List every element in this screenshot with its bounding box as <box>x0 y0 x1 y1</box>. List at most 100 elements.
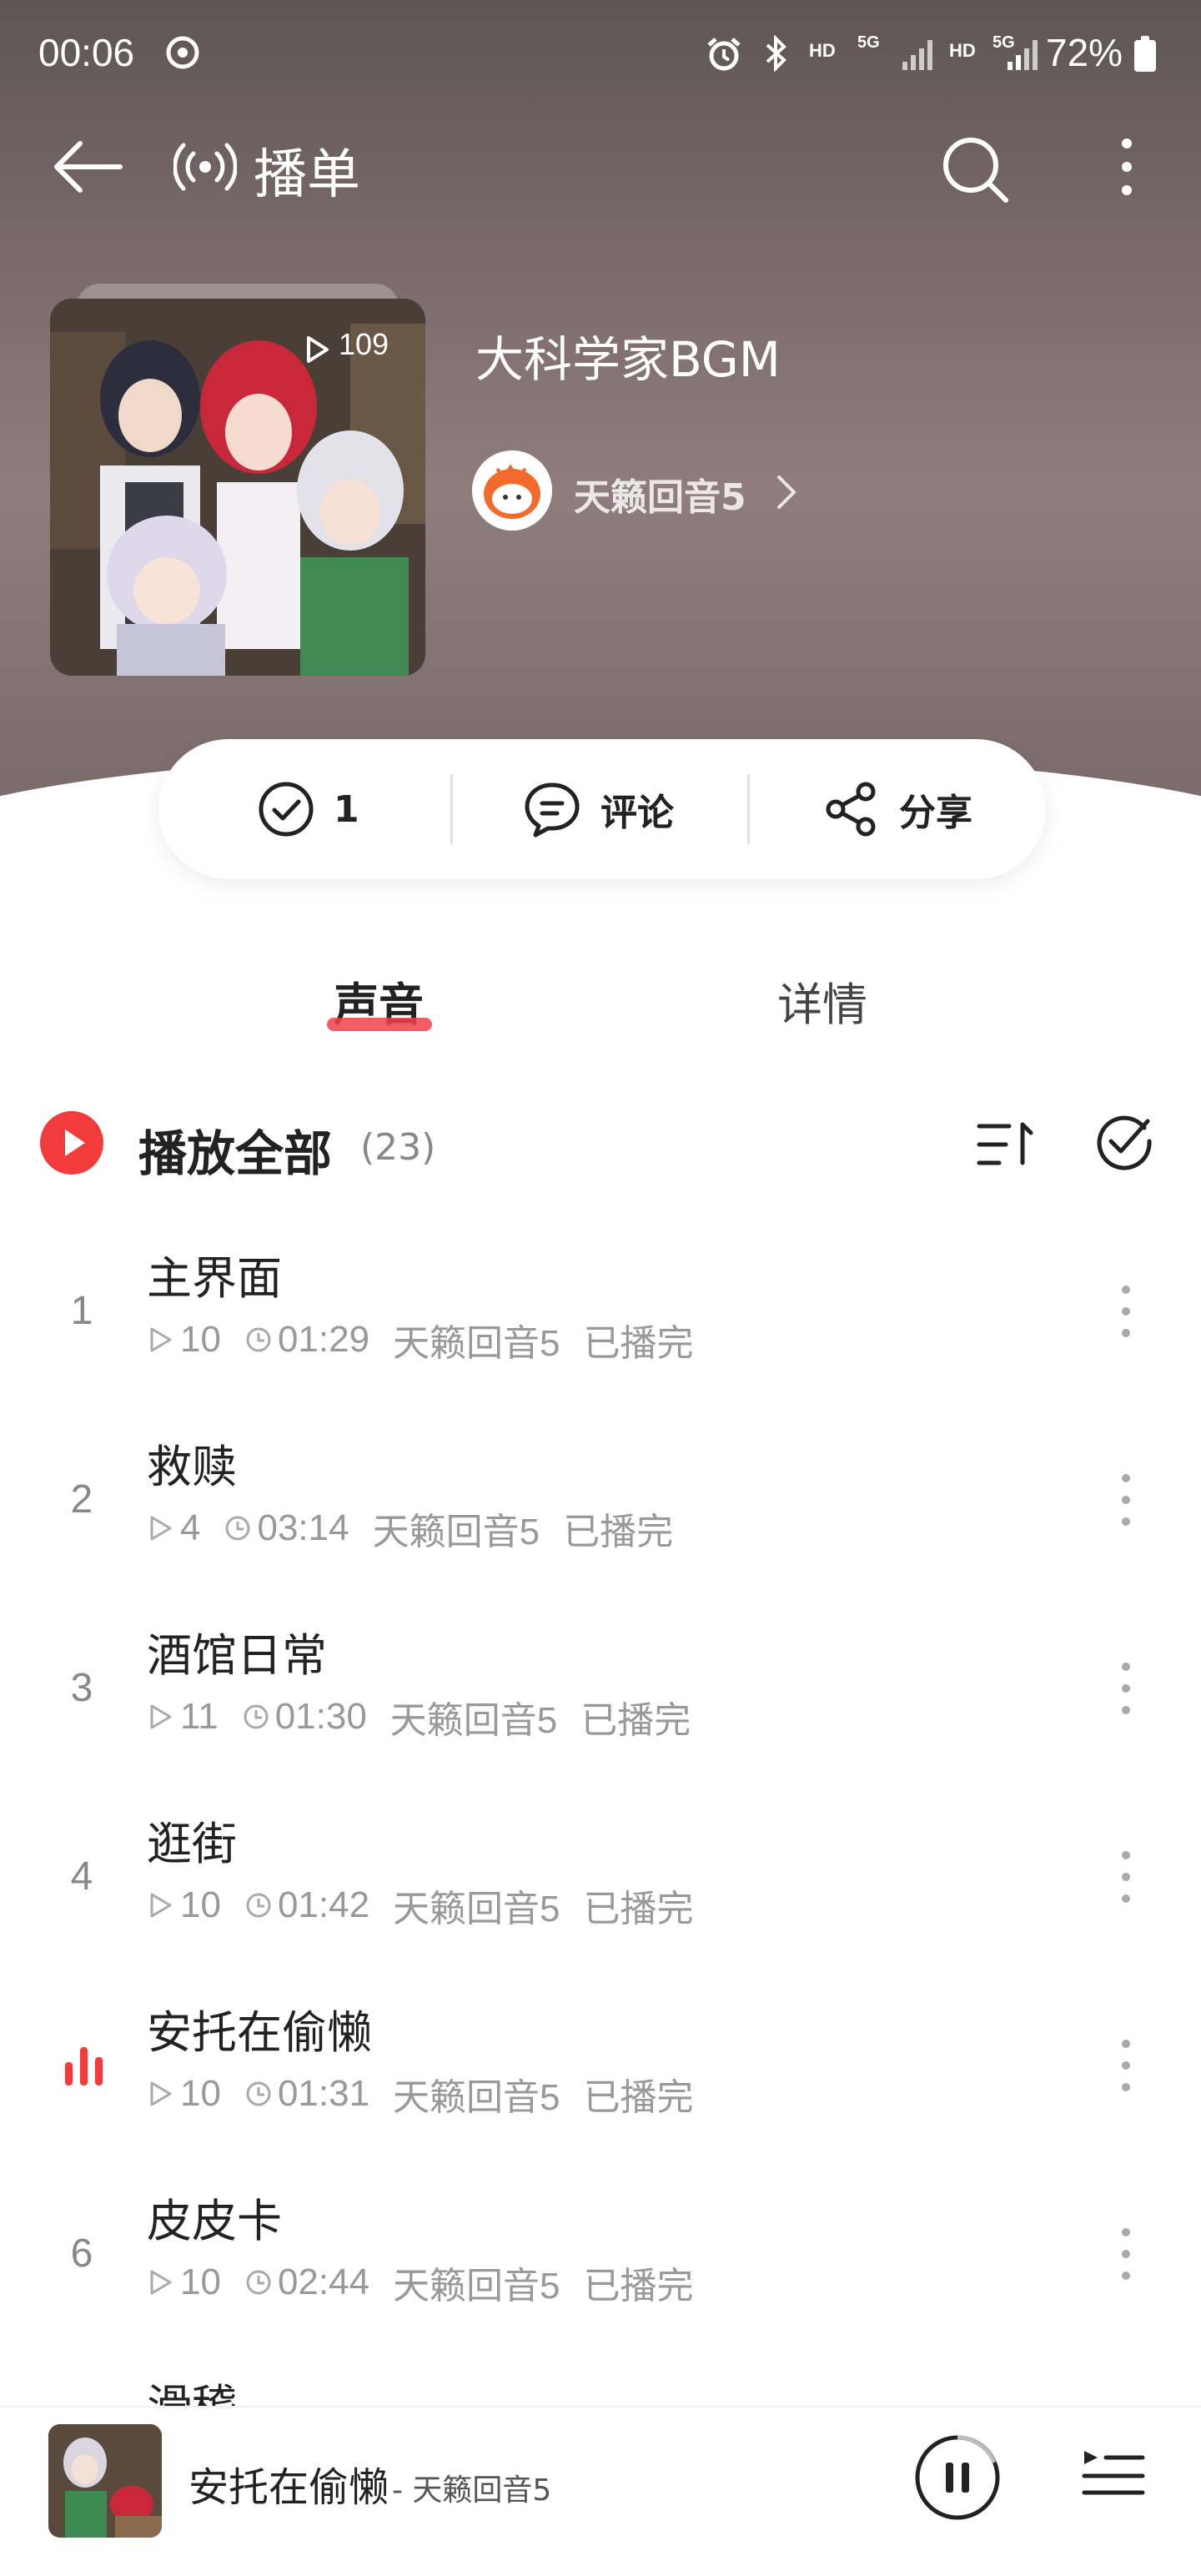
back-arrow-icon[interactable] <box>50 133 125 200</box>
pause-icon[interactable] <box>912 2433 1003 2523</box>
more-vertical-icon[interactable] <box>1116 1655 1136 1722</box>
track-title: 安托在偷懒 <box>147 2006 372 2059</box>
track-plays: 10 <box>180 1319 221 1360</box>
more-vertical-icon[interactable] <box>1106 133 1148 200</box>
track-index: 2 <box>70 1477 93 1522</box>
track-meta: 10 01:29 天籁回音5 已播完 <box>147 1316 694 1364</box>
album-cover-wrap[interactable]: 109 <box>50 284 425 676</box>
track-plays: 10 <box>180 2073 221 2114</box>
mini-player-subtitle: - 天籁回音5 <box>392 2473 552 2508</box>
clock-icon <box>246 2081 271 2106</box>
track-author: 天籁回音5 <box>393 1889 560 1929</box>
clock-icon <box>246 2270 271 2295</box>
sync-icon <box>166 36 199 69</box>
battery-percent: 72% <box>1046 31 1123 74</box>
more-vertical-icon[interactable] <box>1116 2032 1136 2099</box>
now-playing-icon <box>65 2047 103 2085</box>
track-author: 天籁回音5 <box>389 1700 558 1741</box>
play-count-icon <box>150 2270 172 2295</box>
track-author: 天籁回音5 <box>393 1323 560 1364</box>
track-index: 4 <box>70 1854 93 1899</box>
play-all-label[interactable]: 播放全部 <box>138 1114 332 1185</box>
track-status: 已播完 <box>580 1700 691 1741</box>
play-count-icon <box>150 1893 172 1918</box>
mini-cover-artwork <box>48 2424 162 2538</box>
signal-icon-2 <box>1008 40 1038 70</box>
track-title: 逛街 <box>147 1818 237 1870</box>
share-icon <box>826 782 876 837</box>
track-status: 已播完 <box>563 1512 674 1552</box>
track-duration: 01:31 <box>277 2073 370 2114</box>
track-meta: 10 01:42 天籁回音5 已播完 <box>147 1882 694 1929</box>
comment-button[interactable]: 评论 <box>522 739 674 879</box>
track-duration: 03:14 <box>257 1507 349 1548</box>
playlist-queue-icon[interactable] <box>1081 2444 1146 2509</box>
signal-icon <box>902 40 932 70</box>
action-bar: 1 评论 分享 <box>158 739 1046 879</box>
subscribe-count: 1 <box>334 787 359 831</box>
author-avatar[interactable] <box>472 450 552 531</box>
track-partial-title[interactable]: 滑稽 <box>147 2369 237 2411</box>
more-vertical-icon[interactable] <box>1116 1467 1136 1533</box>
track-row[interactable]: 6 皮皮卡 10 02:44 天籁回音5 已播完 <box>0 2177 1201 2366</box>
more-vertical-icon[interactable] <box>1116 1844 1136 1910</box>
track-meta: 10 02:44 天籁回音5 已播完 <box>147 2259 694 2307</box>
clock-icon <box>225 1516 250 1541</box>
track-row[interactable]: 1 主界面 10 01:29 天籁回音5 已播完 <box>0 1235 1201 1423</box>
sort-icon[interactable] <box>976 1114 1036 1175</box>
track-row[interactable]: 2 救赎 4 03:14 天籁回音5 已播完 <box>0 1423 1201 1612</box>
radio-icon <box>173 143 237 191</box>
track-author: 天籁回音5 <box>393 2266 560 2307</box>
share-button[interactable]: 分享 <box>822 739 972 879</box>
play-count-icon <box>150 1516 172 1541</box>
track-status: 已播完 <box>583 1889 694 1929</box>
tab-detail[interactable]: 详情 <box>777 968 867 1034</box>
album-title: 大科学家BGM <box>475 331 781 388</box>
author-name[interactable]: 天籁回音5 <box>574 467 746 521</box>
network-5g-1: 5G <box>857 33 880 52</box>
more-vertical-icon[interactable] <box>1116 1278 1136 1345</box>
track-index: 1 <box>70 1289 93 1333</box>
track-status: 已播完 <box>583 2077 694 2118</box>
mini-player-title: 安托在偷懒 <box>188 2464 389 2511</box>
play-count-icon <box>150 1704 172 1729</box>
status-time: 00:06 <box>38 31 135 74</box>
track-meta: 10 01:31 天籁回音5 已播完 <box>147 2070 694 2118</box>
mini-player[interactable]: 安托在偷懒 - 天籁回音5 <box>0 2406 1201 2576</box>
play-count-icon <box>150 2081 172 2106</box>
share-label: 分享 <box>899 792 972 834</box>
track-index: 6 <box>70 2231 93 2276</box>
top-nav: 播单 <box>0 125 1201 209</box>
album-play-count: 109 <box>339 327 389 361</box>
track-duration: 01:30 <box>274 1696 367 1737</box>
more-vertical-icon[interactable] <box>1116 2221 1136 2287</box>
play-all-icon[interactable] <box>40 1111 103 1175</box>
track-row[interactable]: 4 逛街 10 01:42 天籁回音5 已播完 <box>0 1800 1201 1989</box>
status-bar: 00:06 HD 5G HD 5G 72% <box>0 0 1201 108</box>
subscribe-button[interactable]: 1 <box>257 739 359 879</box>
track-duration: 01:29 <box>277 1319 370 1360</box>
track-row[interactable]: 3 酒馆日常 11 01:30 天籁回音5 已播完 <box>0 1612 1201 1800</box>
track-title: 主界面 <box>147 1252 282 1305</box>
comment-label: 评论 <box>600 792 674 834</box>
play-count-icon <box>150 1327 172 1352</box>
chevron-right-icon[interactable] <box>774 472 799 512</box>
comment-icon <box>525 782 580 838</box>
search-icon[interactable] <box>937 132 1013 207</box>
track-duration: 01:42 <box>277 1884 370 1925</box>
mini-player-cover[interactable] <box>48 2424 162 2538</box>
action-divider-1 <box>450 774 453 844</box>
album-cover[interactable]: 109 <box>50 299 425 676</box>
track-title: 救赎 <box>147 1441 237 1493</box>
multi-select-icon[interactable] <box>1093 1109 1156 1173</box>
track-author: 天籁回音5 <box>372 1512 540 1552</box>
play-count-icon <box>307 336 329 363</box>
track-author: 天籁回音5 <box>393 2077 560 2118</box>
alarm-icon <box>707 38 741 71</box>
track-meta: 4 03:14 天籁回音5 已播完 <box>147 1505 673 1552</box>
track-plays: 10 <box>180 1884 221 1925</box>
clock-icon <box>244 1704 269 1729</box>
author-avatar-image <box>472 450 552 531</box>
track-status: 已播完 <box>583 1323 694 1364</box>
track-row[interactable]: 安托在偷懒 10 01:31 天籁回音5 已播完 <box>0 1989 1201 2177</box>
